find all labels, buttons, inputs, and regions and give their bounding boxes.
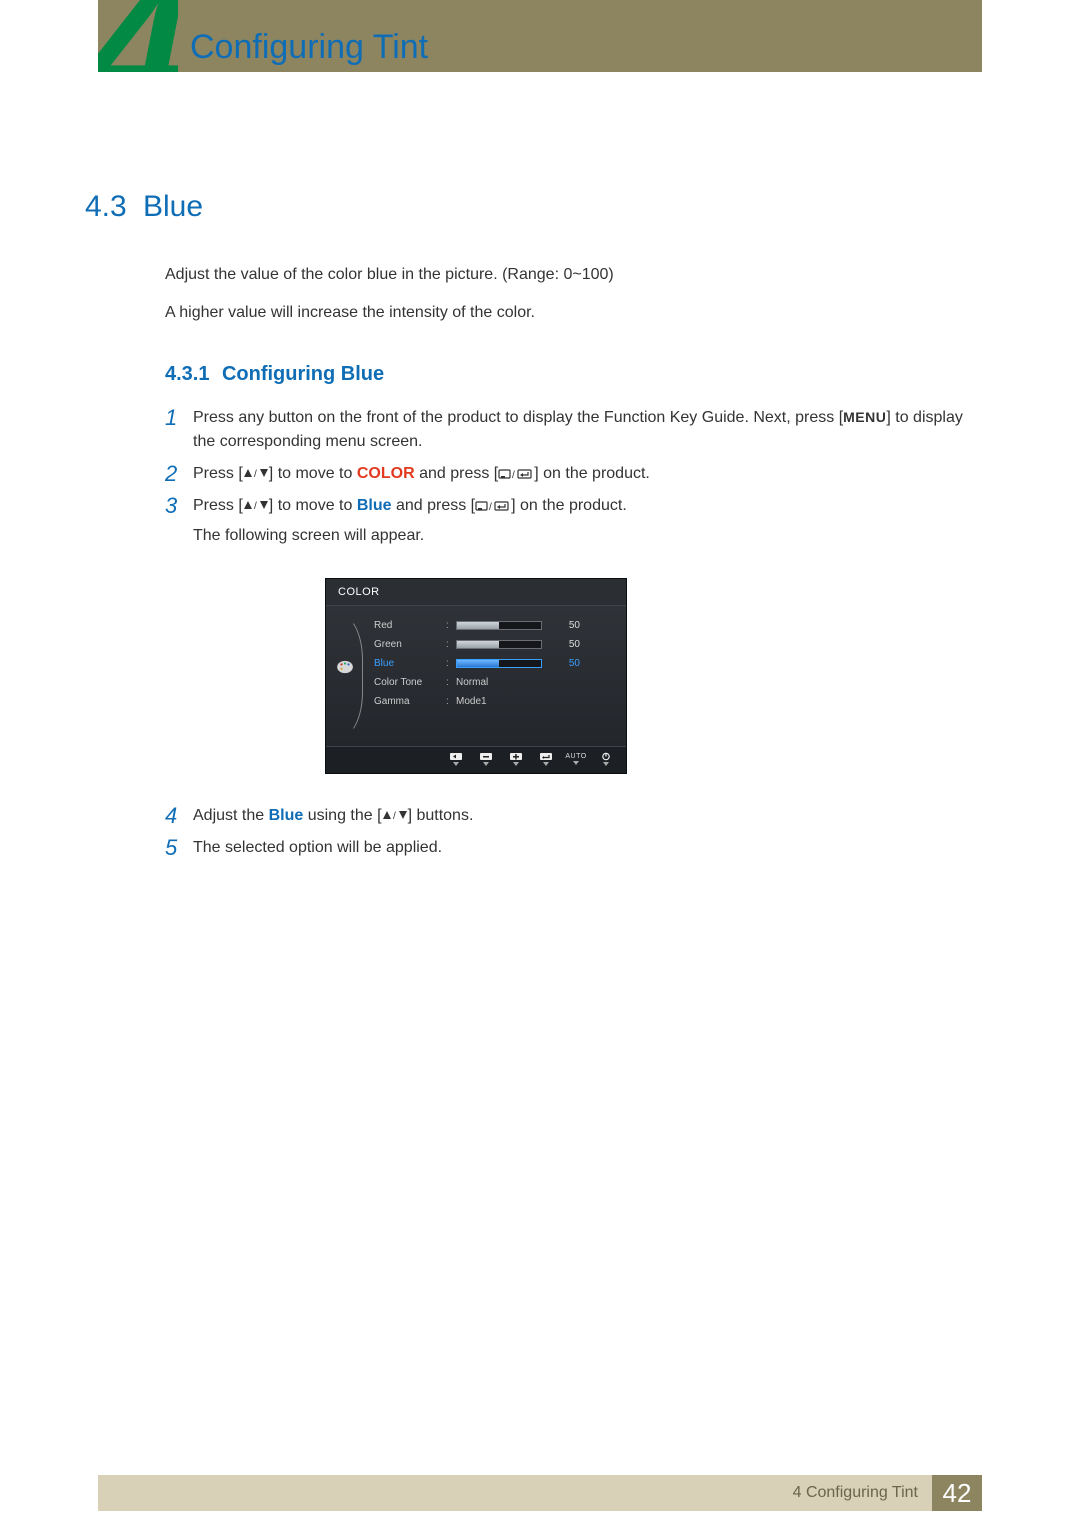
up-down-arrow-icon: / [243,499,269,511]
text: Press [ [193,465,243,482]
osd-value: Mode1 [456,696,487,707]
osd-slider-blue [456,659,542,668]
chapter-title: Configuring Tint [190,28,428,67]
osd-label-selected: Blue [374,658,446,669]
osd-colon: : [446,696,456,707]
step-1: 1 Press any button on the front of the p… [165,406,965,454]
keyword-color: COLOR [357,465,415,482]
osd-panel: COLOR Red : 50 Green : 50 Blue [325,578,627,774]
text: Press any button on the front of the pro… [193,409,843,426]
osd-row-gamma: Gamma : Mode1 [374,692,610,711]
text: ] buttons. [408,807,474,824]
up-down-arrow-icon: / [243,467,269,479]
section-heading: 4.3 Blue [85,190,965,224]
osd-screenshot: COLOR Red : 50 Green : 50 Blue [325,578,965,774]
section-title: Blue [143,190,203,224]
section-number: 4.3 [85,190,143,224]
osd-colon: : [446,658,456,669]
subsection-title: Configuring Blue [222,363,384,385]
osd-row-color-tone: Color Tone : Normal [374,673,610,692]
text: and press [ [415,465,499,482]
osd-colon: : [446,639,456,650]
page-content: 4.3 Blue Adjust the value of the color b… [85,190,965,868]
footer-chapter-ref: 4 Configuring Tint [98,1475,932,1511]
osd-arc-decoration [340,614,363,738]
text: ] to move to [269,497,357,514]
up-down-arrow-icon: / [382,809,408,821]
svg-text:/: / [254,501,257,511]
text: Press [ [193,497,243,514]
osd-auto-label: AUTO [565,753,586,760]
osd-icon-plus [508,752,524,766]
osd-icon-left [448,752,464,766]
step-text: Press [ / ] to move to COLOR and press [ /]… [193,462,965,486]
subsection-heading: 4.3.1 Configuring Blue [165,363,965,386]
svg-text:/: / [512,470,515,480]
step-2: 2 Press [ / ] to move to COLOR and press [… [165,462,965,486]
osd-value-selected: 50 [542,658,580,669]
step-number: 2 [165,462,193,486]
palette-icon [336,660,354,674]
osd-title: COLOR [326,579,626,605]
step-number: 3 [165,494,193,518]
osd-row-green: Green : 50 [374,635,610,654]
text: ] on the product. [534,465,650,482]
keyword-blue: Blue [357,497,392,514]
osd-label: Color Tone [374,677,446,688]
text: and press [ [392,497,476,514]
osd-colon: : [446,677,456,688]
step-text: Press any button on the front of the pro… [193,406,965,454]
osd-icon-auto: AUTO [568,752,584,766]
step-text: The selected option will be applied. [193,836,965,860]
subsection-number: 4.3.1 [165,363,209,385]
osd-value: 50 [542,639,580,650]
step-number: 1 [165,406,193,430]
svg-text:/: / [254,469,257,479]
keyword-blue: Blue [269,807,304,824]
osd-icon-enter [538,752,554,766]
step-3: 3 Press [ / ] to move to Blue and press [ /… [165,494,965,548]
step-4: 4 Adjust the Blue using the [ / ] buttons. [165,804,965,828]
osd-row-blue: Blue : 50 [374,654,610,673]
step-text: Press [ / ] to move to Blue and press [ / ] … [193,494,965,548]
page-footer: 4 Configuring Tint 42 [98,1475,982,1511]
step-5: 5 The selected option will be applied. [165,836,965,860]
osd-slider-green [456,640,542,649]
osd-label: Red [374,620,446,631]
text: using the [ [303,807,381,824]
osd-slider-red [456,621,542,630]
svg-text:/: / [489,502,492,512]
osd-body: Red : 50 Green : 50 Blue : 50 [326,605,626,747]
osd-label: Green [374,639,446,650]
chapter-number: 4 [98,0,178,72]
intro-text-1: Adjust the value of the color blue in th… [165,264,965,286]
step-text: Adjust the Blue using the [ / ] buttons. [193,804,965,828]
step-followup: The following screen will appear. [193,524,965,548]
osd-row-red: Red : 50 [374,616,610,635]
osd-icon-power [598,752,614,766]
footer-page-number: 42 [932,1475,982,1511]
osd-value: 50 [542,620,580,631]
svg-text:/: / [393,811,396,821]
source-enter-icon: / [475,500,511,512]
osd-value: Normal [456,677,488,688]
osd-label: Gamma [374,696,446,707]
step-number: 5 [165,836,193,860]
source-enter-icon: / [498,468,534,480]
text: Adjust the [193,807,269,824]
osd-icon-minus [478,752,494,766]
osd-footer-icons: AUTO [326,747,626,773]
osd-colon: : [446,620,456,631]
intro-text-2: A higher value will increase the intensi… [165,302,965,324]
text: ] on the product. [511,497,627,514]
step-number: 4 [165,804,193,828]
chapter-number-bg: 4 [98,0,178,72]
menu-label: MENU [843,409,886,425]
text: ] to move to [269,465,357,482]
